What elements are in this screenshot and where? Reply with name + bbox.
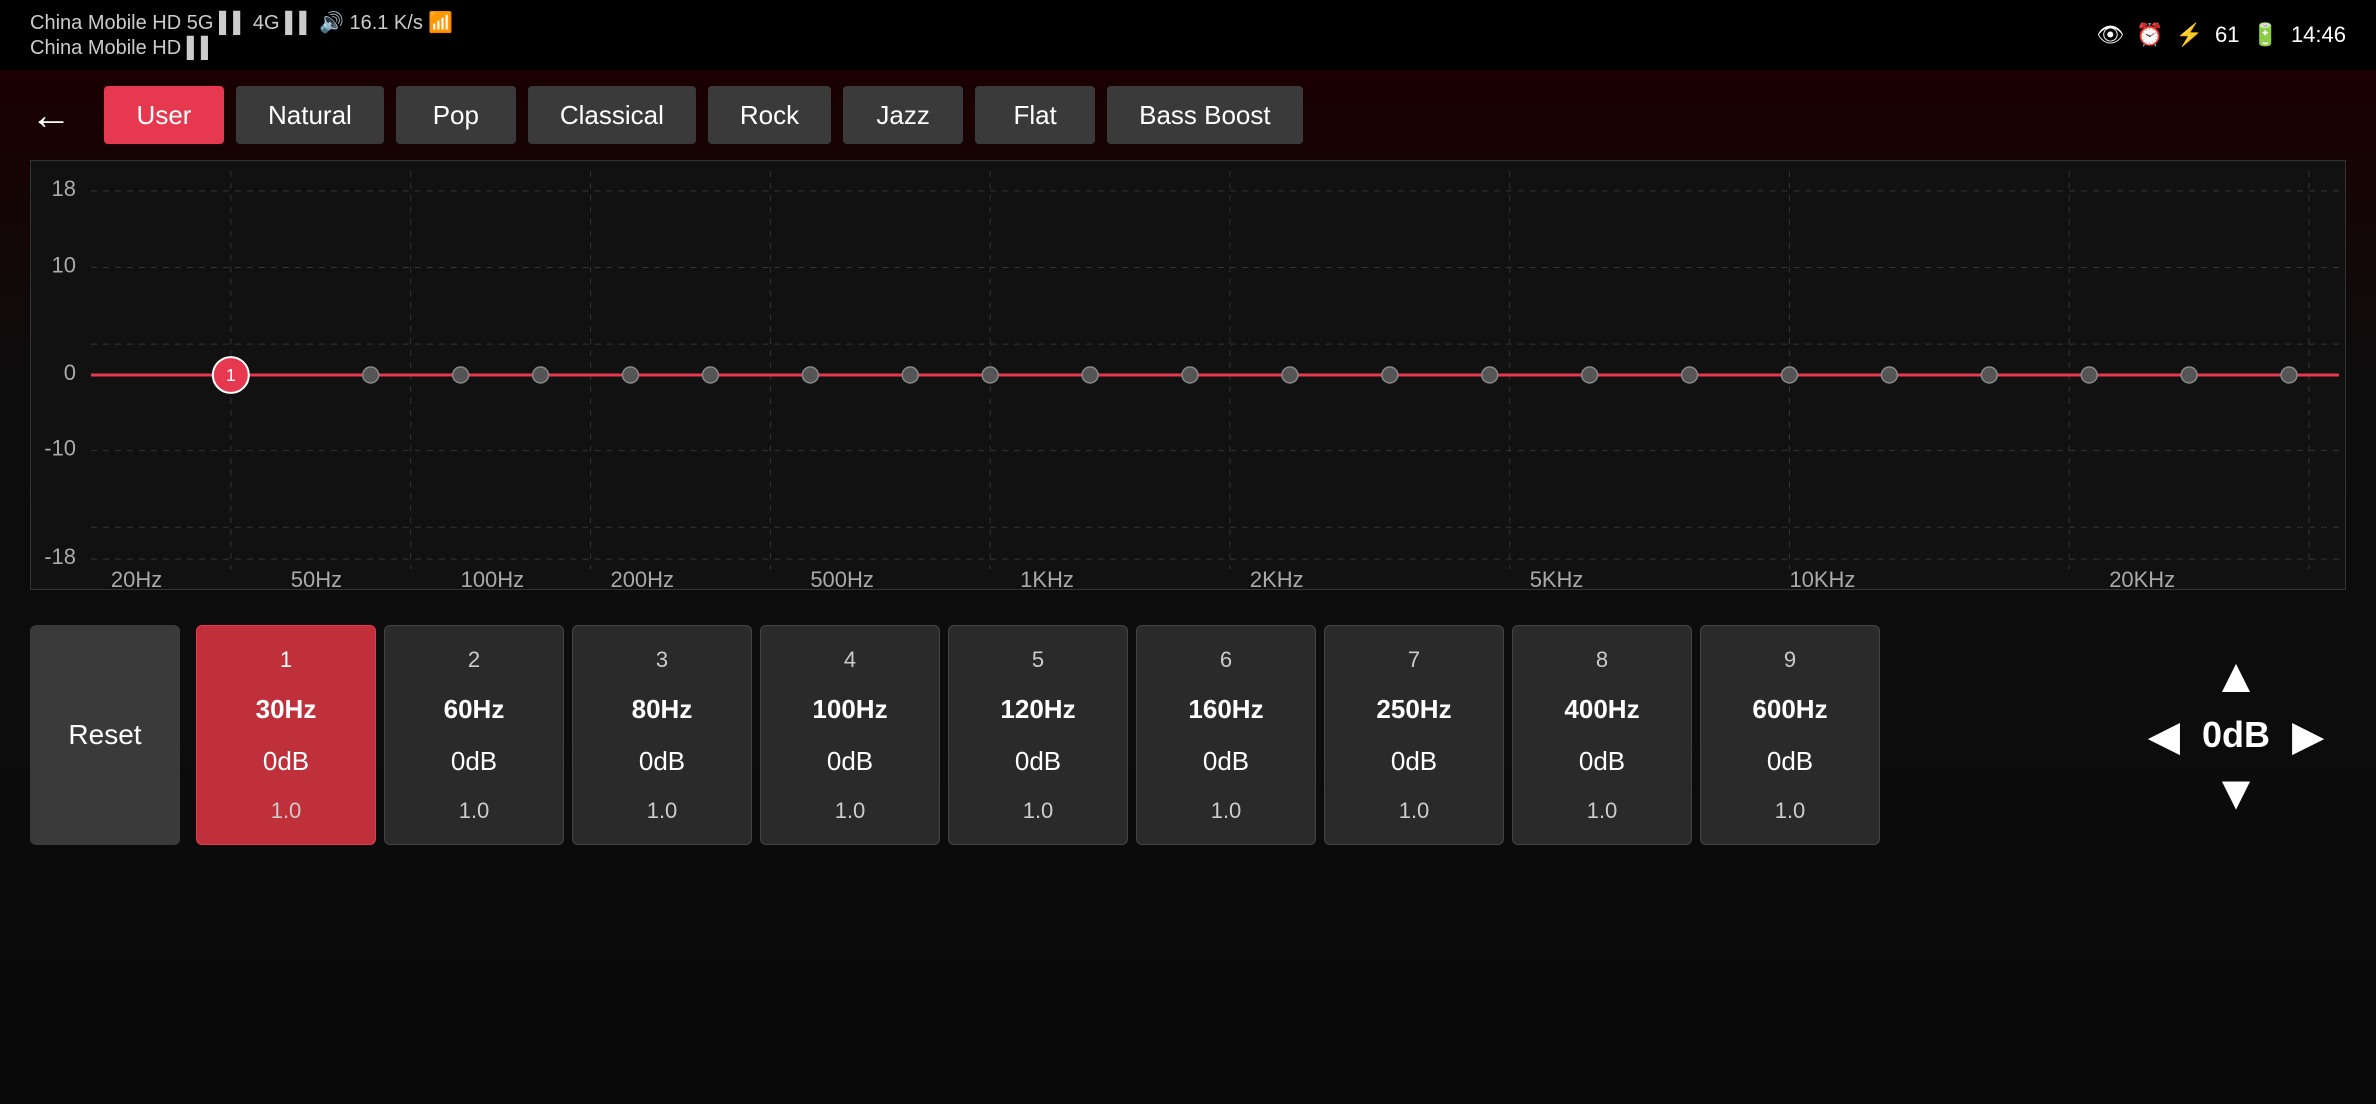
band-6[interactable]: 6 160Hz 0dB 1.0 [1136, 625, 1316, 845]
band-7-num: 7 [1408, 647, 1420, 673]
up-arrow-button[interactable]: ▲ [2212, 653, 2260, 701]
svg-text:1: 1 [226, 365, 236, 385]
svg-text:500Hz: 500Hz [810, 567, 873, 589]
band-8-db: 0dB [1579, 746, 1625, 777]
bluetooth-icon: ⚡ [2176, 22, 2203, 48]
svg-text:2KHz: 2KHz [1250, 567, 1304, 589]
svg-text:10: 10 [52, 253, 76, 278]
band-4-q: 1.0 [835, 798, 866, 824]
eye-icon: 👁 [2096, 22, 2124, 48]
band-5-q: 1.0 [1023, 798, 1054, 824]
band-8[interactable]: 8 400Hz 0dB 1.0 [1512, 625, 1692, 845]
svg-text:10KHz: 10KHz [1789, 567, 1855, 589]
bottom-panel: Reset 1 30Hz 0dB 1.0 2 60Hz 0dB 1.0 3 80… [0, 590, 2376, 860]
band-2-freq: 60Hz [444, 694, 505, 725]
reset-button[interactable]: Reset [30, 625, 180, 845]
db-increase-button[interactable]: ▶ [2292, 711, 2324, 760]
svg-text:-18: -18 [44, 544, 76, 569]
band-2-num: 2 [468, 647, 480, 673]
band-6-q: 1.0 [1211, 798, 1242, 824]
band-9-num: 9 [1784, 647, 1796, 673]
band-5[interactable]: 5 120Hz 0dB 1.0 [948, 625, 1128, 845]
battery-icon: 🔋 [2252, 22, 2279, 48]
status-left: China Mobile HD 5G ▌▌ 4G ▌▌ 🔊 16.1 K/s 📶… [30, 10, 453, 60]
svg-text:1KHz: 1KHz [1020, 567, 1074, 589]
preset-flat[interactable]: Flat [975, 86, 1095, 144]
band-4[interactable]: 4 100Hz 0dB 1.0 [760, 625, 940, 845]
band-5-freq: 120Hz [1000, 694, 1075, 725]
svg-text:20Hz: 20Hz [111, 567, 162, 589]
band-3-db: 0dB [639, 746, 685, 777]
band-3-freq: 80Hz [632, 694, 693, 725]
band-1-q: 1.0 [271, 798, 302, 824]
band-9-freq: 600Hz [1752, 694, 1827, 725]
band-3-num: 3 [656, 647, 668, 673]
battery-display: 61 [2215, 22, 2239, 48]
time-display: 14:46 [2291, 22, 2346, 48]
band-1-freq: 30Hz [256, 694, 317, 725]
svg-text:5KHz: 5KHz [1530, 567, 1584, 589]
svg-text:-10: -10 [44, 436, 76, 461]
svg-text:18: 18 [52, 176, 76, 201]
band-1-db: 0dB [263, 746, 309, 777]
band-2-db: 0dB [451, 746, 497, 777]
svg-text:20KHz: 20KHz [2109, 567, 2175, 589]
status-bar: China Mobile HD 5G ▌▌ 4G ▌▌ 🔊 16.1 K/s 📶… [0, 0, 2376, 70]
band-2-q: 1.0 [459, 798, 490, 824]
band-7-freq: 250Hz [1376, 694, 1451, 725]
band-1[interactable]: 1 30Hz 0dB 1.0 [196, 625, 376, 845]
band-7-db: 0dB [1391, 746, 1437, 777]
back-button[interactable]: ← [30, 94, 92, 136]
band-3[interactable]: 3 80Hz 0dB 1.0 [572, 625, 752, 845]
band-8-num: 8 [1596, 647, 1608, 673]
db-decrease-button[interactable]: ◀ [2148, 711, 2180, 760]
band-6-num: 6 [1220, 647, 1232, 673]
svg-text:200Hz: 200Hz [610, 567, 673, 589]
band-9-db: 0dB [1767, 746, 1813, 777]
band-1-num: 1 [280, 647, 292, 673]
right-controls: ▲ ◀ 0dB ▶ ▼ [2126, 625, 2346, 845]
status-right: 👁 ⏰ ⚡ 61 🔋 14:46 [2096, 22, 2346, 48]
db-value: 0dB [2196, 714, 2276, 756]
band-4-db: 0dB [827, 746, 873, 777]
preset-pop[interactable]: Pop [396, 86, 516, 144]
down-arrow-button[interactable]: ▼ [2212, 770, 2260, 818]
band-4-num: 4 [844, 647, 856, 673]
band-2[interactable]: 2 60Hz 0dB 1.0 [384, 625, 564, 845]
band-3-q: 1.0 [647, 798, 678, 824]
preset-classical[interactable]: Classical [528, 86, 696, 144]
preset-bass-boost[interactable]: Bass Boost [1107, 86, 1303, 144]
band-7[interactable]: 7 250Hz 0dB 1.0 [1324, 625, 1504, 845]
band-9[interactable]: 9 600Hz 0dB 1.0 [1700, 625, 1880, 845]
band-list: 1 30Hz 0dB 1.0 2 60Hz 0dB 1.0 3 80Hz 0dB… [196, 625, 2096, 845]
band-6-db: 0dB [1203, 746, 1249, 777]
preset-jazz[interactable]: Jazz [843, 86, 963, 144]
svg-text:100Hz: 100Hz [461, 567, 524, 589]
carrier-info: China Mobile HD 5G ▌▌ 4G ▌▌ 🔊 16.1 K/s 📶 [30, 10, 453, 35]
band-8-freq: 400Hz [1564, 694, 1639, 725]
eq-chart-container: 18 10 0 -10 -18 1 [30, 160, 2346, 590]
preset-row: ← User Natural Pop Classical Rock Jazz F… [0, 70, 2376, 160]
svg-text:0: 0 [64, 360, 76, 385]
band-5-db: 0dB [1015, 746, 1061, 777]
preset-natural[interactable]: Natural [236, 86, 384, 144]
band-6-freq: 160Hz [1188, 694, 1263, 725]
preset-rock[interactable]: Rock [708, 86, 831, 144]
svg-text:50Hz: 50Hz [291, 567, 342, 589]
preset-user[interactable]: User [104, 86, 224, 144]
alarm-icon: ⏰ [2136, 22, 2163, 48]
band-9-q: 1.0 [1775, 798, 1806, 824]
band-8-q: 1.0 [1587, 798, 1618, 824]
band-7-q: 1.0 [1399, 798, 1430, 824]
band-4-freq: 100Hz [812, 694, 887, 725]
db-display: ◀ 0dB ▶ [2148, 711, 2325, 760]
carrier-info-2: China Mobile HD ▌▌ [30, 37, 453, 60]
band-5-num: 5 [1032, 647, 1044, 673]
main-content: ← User Natural Pop Classical Rock Jazz F… [0, 70, 2376, 1104]
eq-chart[interactable]: 18 10 0 -10 -18 1 [30, 160, 2346, 590]
